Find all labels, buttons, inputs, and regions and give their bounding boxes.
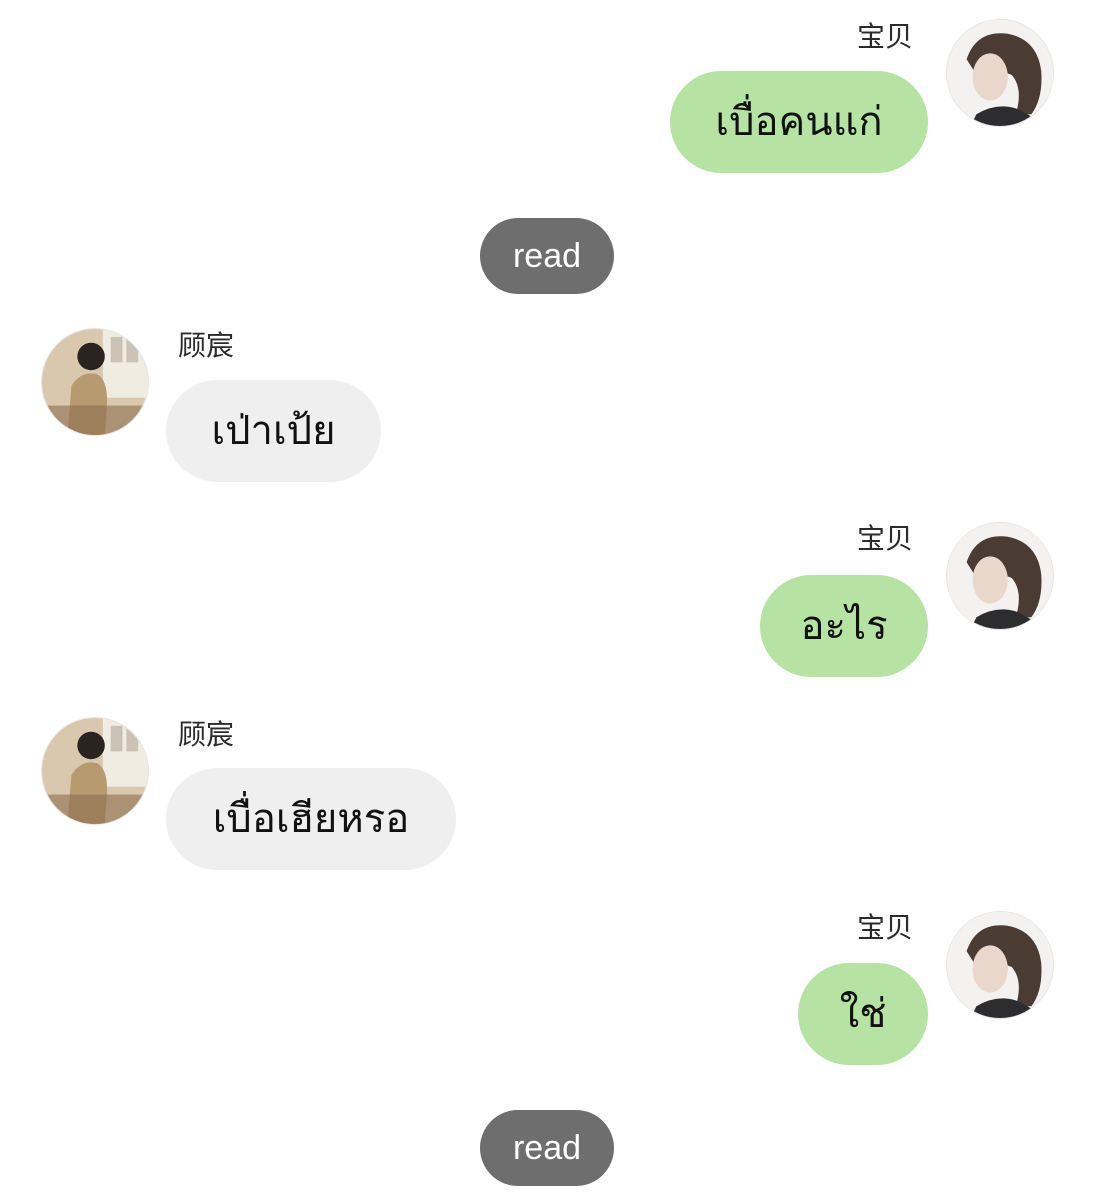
message-bubble[interactable]: เป่าเป้ย — [166, 380, 381, 482]
avatar-photo-icon — [42, 329, 148, 435]
message-bubble[interactable]: ใช่ — [798, 963, 928, 1065]
sender-name: 宝贝 — [856, 20, 913, 53]
avatar-photo-icon — [947, 20, 1053, 126]
avatar[interactable] — [946, 911, 1054, 1019]
chat-thread: 宝贝 เบื่อคนแก่ read 顾宸 เป่าเป้ย 宝贝 อะไร 顾… — [0, 0, 1095, 1200]
sender-name: 宝贝 — [856, 911, 913, 944]
avatar[interactable] — [41, 328, 149, 436]
avatar-photo-icon — [947, 523, 1053, 629]
avatar-photo-icon — [42, 718, 148, 824]
read-indicator: read — [480, 218, 614, 294]
avatar[interactable] — [946, 19, 1054, 127]
sender-name: 宝贝 — [856, 522, 913, 555]
message-bubble[interactable]: เบื่อคนแก่ — [670, 71, 928, 173]
avatar-photo-icon — [947, 912, 1053, 1018]
message-bubble[interactable]: อะไร — [760, 575, 928, 677]
avatar[interactable] — [946, 522, 1054, 630]
message-bubble[interactable]: เบื่อเฮียหรอ — [166, 768, 456, 870]
sender-name: 顾宸 — [178, 718, 235, 751]
read-indicator: read — [480, 1110, 614, 1186]
sender-name: 顾宸 — [178, 329, 235, 362]
avatar[interactable] — [41, 717, 149, 825]
